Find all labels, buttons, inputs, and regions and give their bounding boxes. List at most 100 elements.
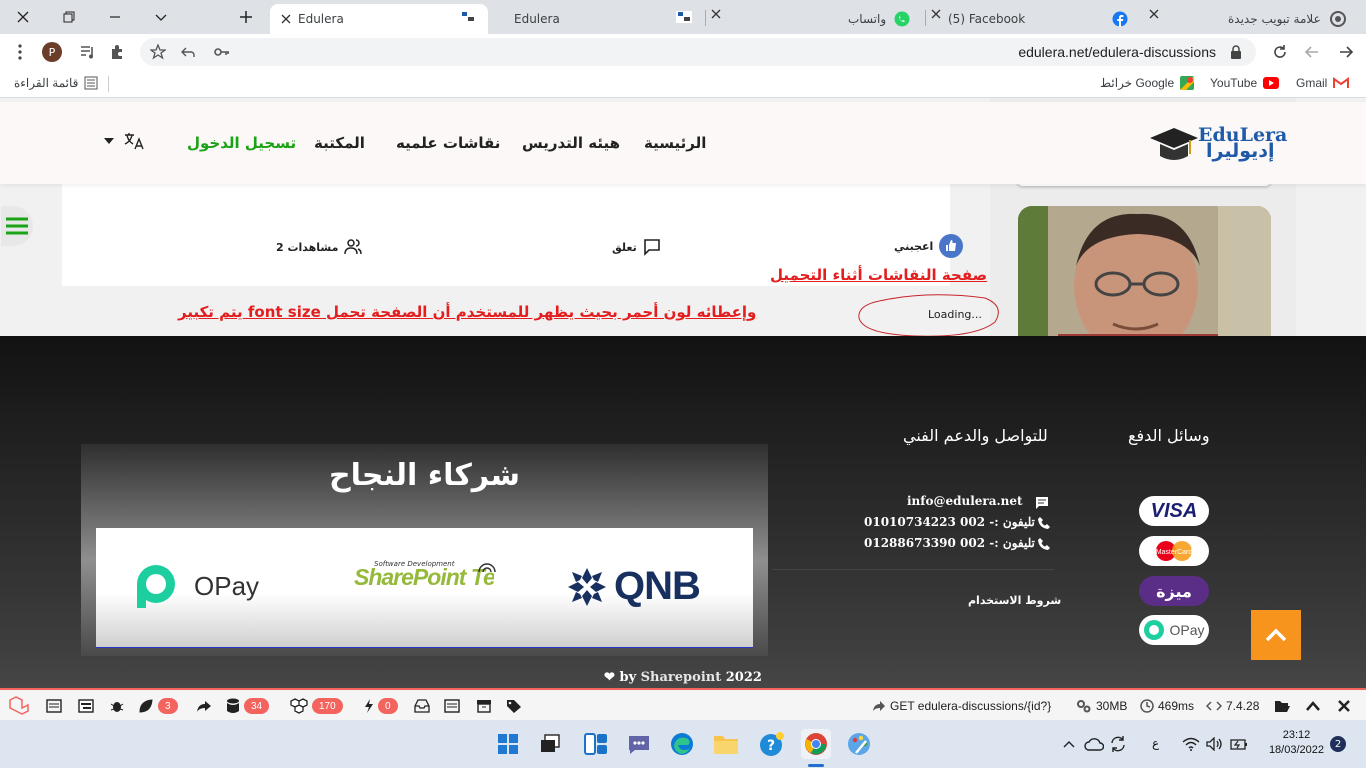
route-info[interactable]: GET edulera-discussions/{id?} xyxy=(872,697,1051,715)
share-button[interactable] xyxy=(176,40,200,64)
battery-button[interactable] xyxy=(1228,730,1250,758)
start-button[interactable] xyxy=(494,730,522,758)
nav-home[interactable]: الرئيسية xyxy=(644,134,706,152)
edge-icon xyxy=(671,733,693,755)
tab-search-button[interactable] xyxy=(138,0,184,34)
menu-button[interactable] xyxy=(8,40,32,64)
nav-login[interactable]: تسجيل الدخول xyxy=(187,134,296,152)
task-view-button[interactable] xyxy=(536,730,564,758)
profile-avatar[interactable]: P xyxy=(42,42,62,62)
language-switcher[interactable] xyxy=(104,132,144,150)
tab-strip: Edulera Edulera واتساب (5) Facebook علام… xyxy=(0,0,1366,34)
close-window-button[interactable] xyxy=(0,0,46,34)
credit-name[interactable]: Sharepoint xyxy=(641,670,722,685)
sync-button[interactable] xyxy=(1106,730,1130,758)
address-bar[interactable]: edulera.net/edulera-discussions xyxy=(140,38,1256,66)
file-explorer-button[interactable] xyxy=(712,730,740,758)
sidebar-toggle-button[interactable] xyxy=(1,206,33,246)
maximize-debugbar-button[interactable] xyxy=(1306,697,1320,715)
sync-icon xyxy=(1111,736,1125,752)
php-version-info[interactable]: 7.4.28 xyxy=(1206,697,1259,715)
lock-icon xyxy=(1231,45,1241,59)
edulera-favicon-icon xyxy=(460,11,476,27)
browser-toolbar: P edulera.net/edulera-discussions xyxy=(0,34,1366,70)
gate-tab[interactable] xyxy=(444,697,460,715)
input-language-indicator[interactable]: ع xyxy=(1152,736,1159,750)
minimize-window-button[interactable] xyxy=(92,0,138,34)
site-info-button[interactable] xyxy=(1224,40,1248,64)
models-tab[interactable]: 170 xyxy=(290,697,343,715)
memory-info[interactable]: 30MB xyxy=(1076,697,1127,715)
chat-icon xyxy=(629,736,649,754)
tab-edulera-active[interactable]: Edulera xyxy=(270,4,488,34)
tab-close-button[interactable] xyxy=(711,9,721,19)
system-clock[interactable]: 23:12 18/03/2022 xyxy=(1269,728,1324,758)
partners-logos: OPay Software Development SharePoint Tec… xyxy=(96,528,753,648)
open-history-button[interactable] xyxy=(1274,697,1290,715)
terms-link[interactable]: شروط الاستخدام xyxy=(968,594,1061,607)
request-tab[interactable] xyxy=(506,697,522,715)
like-button[interactable]: اعجبني xyxy=(894,234,964,258)
nav-library[interactable]: المكتبة xyxy=(314,134,365,152)
comment-button[interactable]: تعلق xyxy=(612,238,661,256)
show-hidden-icons-button[interactable] xyxy=(1058,730,1080,758)
views-tab[interactable]: 3 xyxy=(138,697,178,715)
laravel-logo-icon[interactable] xyxy=(8,696,30,715)
nav-faculty[interactable]: هيئه التدريس xyxy=(522,134,620,152)
back-button[interactable] xyxy=(1334,40,1358,64)
route-tab[interactable] xyxy=(196,697,212,715)
mail-tab[interactable] xyxy=(414,697,430,715)
tab-new-tab[interactable]: علامة تبويب جديدة xyxy=(1160,4,1360,34)
scroll-to-top-button[interactable] xyxy=(1251,610,1301,660)
payment-meeza: ميزة xyxy=(1139,576,1209,606)
media-controls-button[interactable] xyxy=(76,40,100,64)
new-tab-button[interactable] xyxy=(232,5,260,29)
time-info[interactable]: 469ms xyxy=(1140,697,1194,715)
nav-discussions[interactable]: نقاشات علميه xyxy=(396,134,500,152)
visa-label: VISA xyxy=(1150,499,1198,522)
chrome-taskbar-button[interactable] xyxy=(801,729,831,759)
exceptions-tab[interactable] xyxy=(110,697,124,715)
timeline-tab[interactable] xyxy=(78,697,94,715)
password-key-button[interactable] xyxy=(210,40,234,64)
contact-phone-2[interactable]: تليفون :- 002 01288673390 xyxy=(864,536,1035,550)
widgets-button[interactable] xyxy=(582,730,610,758)
caret-down-icon xyxy=(104,138,114,144)
partners-section: شركاء النجاح OPay Software Development S… xyxy=(81,444,768,656)
route-label: GET edulera-discussions/{id?} xyxy=(890,699,1052,713)
reload-button[interactable] xyxy=(1268,40,1292,64)
bookmark-youtube[interactable]: YouTube xyxy=(1210,76,1280,90)
teams-chat-button[interactable] xyxy=(625,730,653,758)
tab-close-button[interactable] xyxy=(1149,9,1159,19)
paint-app-button[interactable] xyxy=(845,730,873,758)
events-tab[interactable]: 0 xyxy=(364,697,398,715)
notification-center-button[interactable]: 2 xyxy=(1330,736,1346,752)
edge-button[interactable] xyxy=(668,730,696,758)
forward-button[interactable] xyxy=(1300,40,1324,64)
web-page: اعجبني تعلق 2 مشاهدات EduLera إديوليرا ا… xyxy=(0,98,1366,688)
url-text[interactable]: edulera.net/edulera-discussions xyxy=(1018,44,1216,60)
tab-close-button[interactable] xyxy=(278,11,294,27)
session-tab[interactable] xyxy=(476,697,492,715)
volume-button[interactable] xyxy=(1204,730,1226,758)
tab-edulera[interactable]: Edulera xyxy=(490,4,706,34)
contact-email[interactable]: info@edulera.net xyxy=(907,494,1023,508)
tab-facebook[interactable]: (5) Facebook xyxy=(940,4,1136,34)
extensions-button[interactable] xyxy=(106,40,130,64)
messages-tab[interactable] xyxy=(46,697,62,715)
partner-qnb: QNB xyxy=(566,564,701,609)
restore-window-button[interactable] xyxy=(46,0,92,34)
wifi-button[interactable] xyxy=(1180,730,1202,758)
bookmark-star-button[interactable] xyxy=(146,40,170,64)
queries-tab[interactable]: 34 xyxy=(226,697,270,715)
site-logo[interactable]: EduLera إديوليرا xyxy=(1150,124,1290,168)
contact-phone-1[interactable]: تليفون :- 002 01010734223 xyxy=(864,515,1035,529)
views-label: 2 مشاهدات xyxy=(276,240,339,254)
reading-list-button[interactable]: قائمة القراءة xyxy=(14,76,98,90)
bookmark-google-maps[interactable]: خرائط Google xyxy=(1100,76,1195,90)
help-app-button[interactable]: ? xyxy=(758,730,786,758)
bookmark-gmail[interactable]: Gmail xyxy=(1296,76,1350,90)
onedrive-button[interactable] xyxy=(1082,730,1106,758)
close-debugbar-button[interactable] xyxy=(1338,697,1350,715)
tab-whatsapp[interactable]: واتساب xyxy=(730,4,926,34)
